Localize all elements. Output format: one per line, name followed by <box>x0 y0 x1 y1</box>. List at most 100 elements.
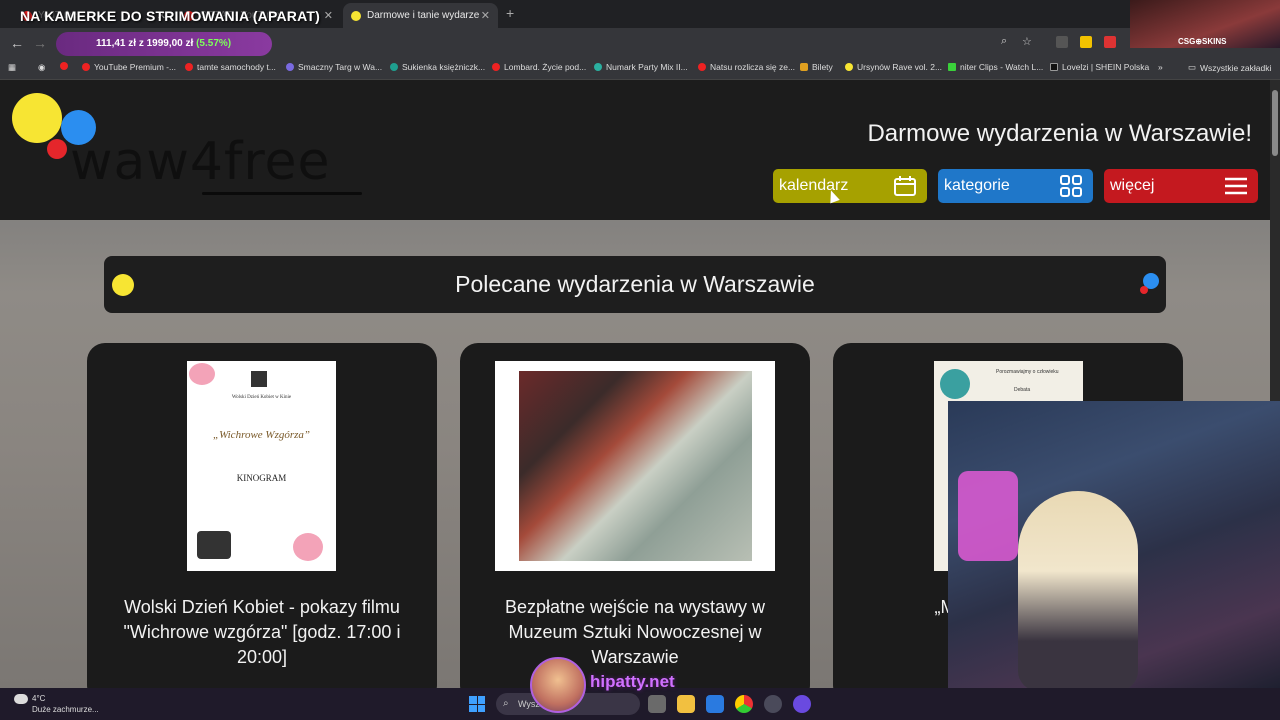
youtube-icon <box>60 62 68 70</box>
event-title[interactable]: Bezpłatne wejście na wystawy w Muzeum Sz… <box>474 595 796 670</box>
search-icon: ⌕ <box>503 698 509 709</box>
event-poster-image[interactable]: Wolski Dzień Kobiet w Kinie „Wichrowe Wz… <box>187 361 336 571</box>
goal-percent: (5.57%) <box>196 38 232 49</box>
abstract-artwork <box>519 371 752 561</box>
more-label: więcej <box>1110 177 1155 194</box>
weather-widget[interactable]: 4°C Duże zachmurze... <box>14 693 99 715</box>
site-logo[interactable]: waw4free <box>70 132 331 192</box>
bookmark-item[interactable] <box>60 62 72 70</box>
extension-icon[interactable] <box>1104 36 1116 48</box>
poster-illustration <box>940 369 970 399</box>
windows-start-icon[interactable] <box>469 696 485 712</box>
app-icon[interactable] <box>793 695 811 713</box>
bookmark-item[interactable]: niter Clips - Watch L... <box>948 62 1043 72</box>
all-bookmarks-folder[interactable]: ▭ Wszystkie zakładki <box>1188 62 1271 73</box>
waw4free-favicon-icon <box>351 10 361 21</box>
poster-subheading: Debata <box>1014 387 1031 393</box>
youtube-icon <box>492 63 500 71</box>
kick-icon <box>948 63 956 71</box>
section-title: Polecane wydarzenia w Warszawie <box>455 271 815 297</box>
bookmark-label: Sukienka księżniczk... <box>402 62 486 72</box>
bookmark-item[interactable]: Ursynów Rave vol. 2... <box>845 62 942 72</box>
more-button[interactable]: więcej <box>1104 169 1258 203</box>
categories-button[interactable]: kategorie <box>938 169 1093 203</box>
close-tab-icon[interactable]: ✕ <box>481 9 490 22</box>
scrollbar-thumb[interactable] <box>1272 90 1278 156</box>
bookmark-label: Lombard. Życie pod... <box>504 62 587 72</box>
bookmark-item[interactable]: Sukienka księżniczk... <box>390 62 485 72</box>
shein-icon <box>1050 63 1058 71</box>
cloud-icon <box>14 693 28 704</box>
poster-venue: KINOGRAM <box>236 473 287 483</box>
calendar-button[interactable]: kalendarz <box>773 169 927 203</box>
tab-label: Darmowe i tanie wydarzenia w <box>367 10 479 21</box>
bookmark-item[interactable]: Lombard. Życie pod... <box>492 62 586 72</box>
youtube-icon <box>82 63 90 71</box>
new-tab-button[interactable]: + <box>506 5 514 21</box>
logo-yellow-dot <box>12 93 62 143</box>
microphone-image <box>958 471 1018 561</box>
task-view-icon[interactable] <box>648 695 666 713</box>
stream-overlay-title: NA KAMERKE DO STRIMOWANIA (APARAT) <box>20 8 321 24</box>
windows-taskbar: 4°C Duże zachmurze... ⌕ Wyszukaj <box>0 688 1280 720</box>
bookmark-item[interactable]: Natsu rozlicza się ze... <box>698 62 795 72</box>
poster-heading: Wolski Dzień Kobiet w Kinie <box>231 395 292 400</box>
apps-grid-icon[interactable]: ▦ <box>8 62 16 73</box>
bookmark-label: niter Clips - Watch L... <box>960 62 1044 72</box>
extension-icon[interactable] <box>1056 36 1068 48</box>
weather-description: Duże zachmurze... <box>32 705 99 714</box>
poster-film-title: „Wichrowe Wzgórza” <box>212 429 311 441</box>
bookmark-item[interactable]: tamte samochody t... <box>185 62 276 72</box>
bookmark-item[interactable]: Smaczny Targ w Wa... <box>286 62 382 72</box>
categories-label: kategorie <box>944 177 1010 194</box>
site-headline: Darmowe wydarzenia w Warszawie! <box>867 120 1252 147</box>
close-tab-icon[interactable]: ✕ <box>324 9 333 22</box>
sponsor-label: CSG⊕SKINS <box>1178 37 1227 46</box>
flowers-decoration-icon <box>293 533 323 561</box>
calendar-label: kalendarz <box>779 177 849 194</box>
waw4free-favicon-icon <box>845 63 853 71</box>
webcam-overlay <box>948 401 1280 688</box>
event-card[interactable]: Bezpłatne wejście na wystawy w Muzeum Sz… <box>460 343 810 688</box>
logo-underline <box>202 192 362 195</box>
zoom-icon[interactable]: ⌕ <box>1001 35 1007 48</box>
more-bookmarks-icon[interactable]: » <box>1158 62 1163 72</box>
forward-arrow-icon[interactable]: → <box>33 35 47 51</box>
event-title[interactable]: Wolski Dzień Kobiet - pokazy filmu "Wich… <box>101 595 423 670</box>
extension-icon[interactable] <box>1080 36 1092 48</box>
stream-goal-text: 111,41 zł z 1999,00 zł (5.57%) <box>96 38 231 49</box>
menu-icon <box>1225 177 1247 195</box>
bookmark-label: Ursynów Rave vol. 2... <box>857 62 943 72</box>
event-poster-image[interactable] <box>495 361 775 571</box>
red-dot-decoration <box>1140 286 1148 294</box>
bookmark-label: tamte samochody t... <box>197 62 276 72</box>
bookmark-item[interactable]: Numark Party Mix II... <box>594 62 688 72</box>
bookmark-favicon-icon <box>594 63 602 71</box>
bookmark-star-icon[interactable]: ☆ <box>1022 35 1032 48</box>
store-icon[interactable] <box>706 695 724 713</box>
event-card[interactable]: Wolski Dzień Kobiet w Kinie „Wichrowe Wz… <box>87 343 437 688</box>
bookmark-item[interactable]: YouTube Premium -... <box>82 62 176 72</box>
bookmark-favicon-icon <box>286 63 294 71</box>
streamer-avatar <box>530 657 586 713</box>
obs-icon[interactable] <box>764 695 782 713</box>
back-arrow-icon[interactable]: ← <box>10 35 24 51</box>
browser-tab-waw4free[interactable]: Darmowe i tanie wydarzenia w ✕ <box>343 3 498 28</box>
bookmarks-bar: ▦ ◉ YouTube Premium -... tamte samochody… <box>0 58 1280 80</box>
bookmark-label: Numark Party Mix II... <box>606 62 688 72</box>
bookmark-favicon-icon <box>390 63 398 71</box>
bookmark-label: Lovelzi | SHEIN Polska <box>1062 62 1150 72</box>
tickets-icon <box>800 63 808 71</box>
streamer-image <box>1018 491 1138 688</box>
film-clapper-icon <box>197 531 231 559</box>
goal-amount: 111,41 zł z 1999,00 zł <box>96 38 194 49</box>
file-explorer-icon[interactable] <box>677 695 695 713</box>
chrome-icon[interactable] <box>735 695 753 713</box>
bookmark-item[interactable]: Bilety <box>800 62 833 72</box>
bookmark-label: YouTube Premium -... <box>94 62 177 72</box>
bookmark-label: Bilety <box>812 62 833 72</box>
bookmark-label: Smaczny Targ w Wa... <box>298 62 383 72</box>
google-icon[interactable]: ◉ <box>38 62 45 73</box>
grid-icon <box>1060 175 1082 197</box>
bookmark-item[interactable]: Lovelzi | SHEIN Polska <box>1050 62 1149 72</box>
